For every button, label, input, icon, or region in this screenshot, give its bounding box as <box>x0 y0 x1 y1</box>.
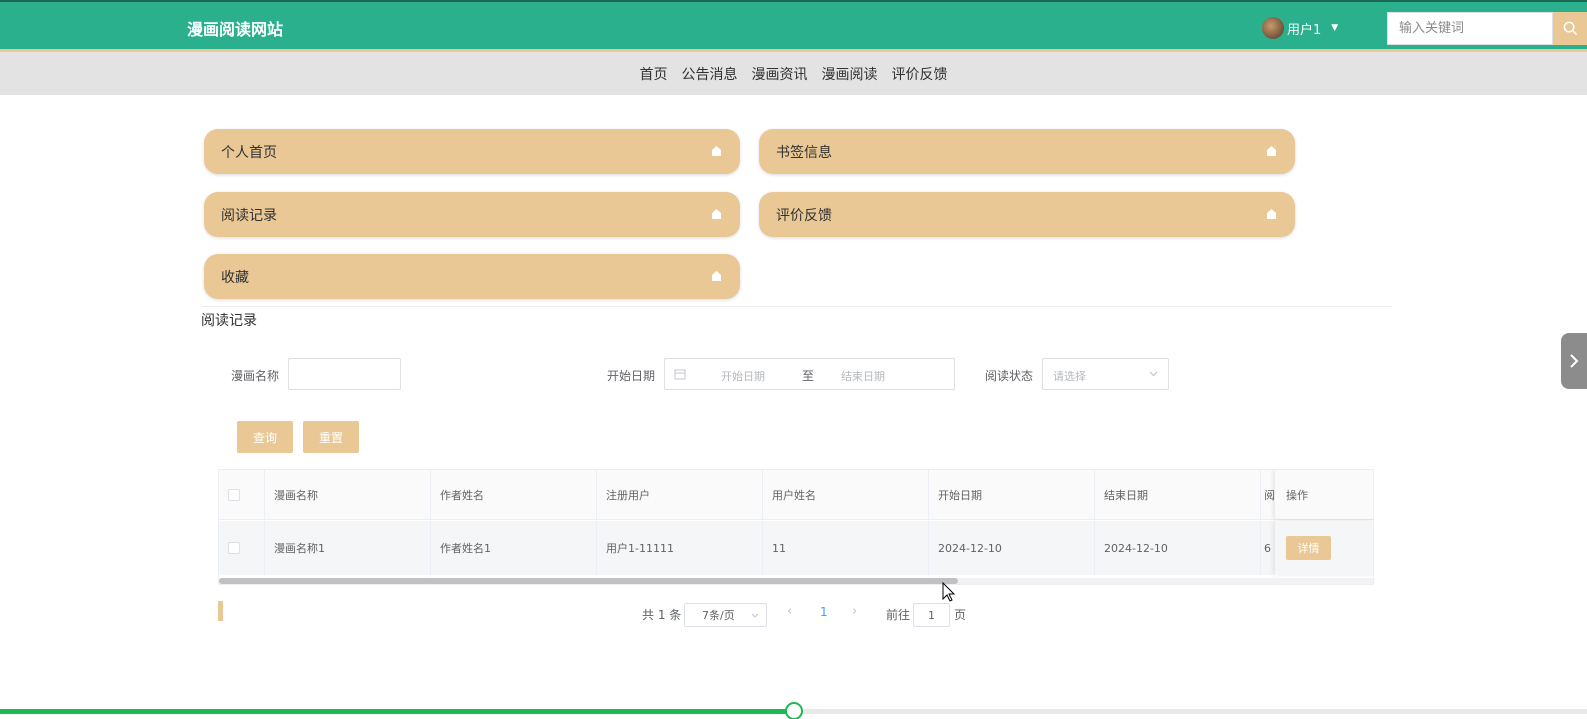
pagination-accent <box>218 601 223 621</box>
side-expand-tab[interactable] <box>1561 333 1587 389</box>
page-number-current[interactable]: 1 <box>820 605 828 619</box>
chevron-right-icon <box>1570 354 1579 368</box>
calendar-icon <box>674 369 686 380</box>
status-placeholder: 请选择 <box>1053 370 1086 383</box>
select-all-checkbox[interactable] <box>228 488 240 501</box>
menu-item-label: 收藏 <box>221 269 249 286</box>
date-start-placeholder: 开始日期 <box>721 370 765 383</box>
menu-item-label: 个人首页 <box>221 144 277 161</box>
table-cell: 2024-12-10 <box>929 521 1095 575</box>
page-size-value: 7条/页 <box>702 609 735 622</box>
top-header: 漫画阅读网站 用户1 ▼ <box>0 0 1587 52</box>
horizontal-scrollbar[interactable] <box>219 578 1373 584</box>
comic-name-input[interactable] <box>288 358 401 390</box>
goto-label: 前往 <box>886 608 911 622</box>
avatar <box>1262 17 1284 39</box>
page: 漫画阅读网站 用户1 ▼ 首页 公告消息 漫画资讯 漫画阅读 评价反馈 个人首页… <box>0 0 1587 719</box>
search-icon <box>1563 21 1577 36</box>
start-date-label: 开始日期 <box>607 369 656 383</box>
home-icon <box>712 271 721 281</box>
menu-item-reading-records[interactable]: 阅读记录 <box>204 192 740 237</box>
section-title: 阅读记录 <box>201 313 257 329</box>
date-separator: 至 <box>802 369 815 383</box>
chevron-down-icon <box>751 613 759 618</box>
nav-item-home[interactable]: 首页 <box>640 64 668 84</box>
comic-name-label: 漫画名称 <box>231 369 280 383</box>
table-cell: 漫画名称1 <box>265 521 431 575</box>
column-header[interactable]: 注册用户 <box>597 470 763 519</box>
menu-item-favorites[interactable]: 收藏 <box>204 254 740 299</box>
table-row[interactable]: 漫画名称1 作者姓名1 用户1-11111 11 2024-12-10 2024… <box>219 521 1373 575</box>
menu-item-label: 阅读记录 <box>221 207 277 224</box>
table-cell: 用户1-11111 <box>597 521 763 575</box>
pagination-total: 共 1 条 <box>642 608 682 622</box>
user-menu[interactable]: 用户1 ▼ <box>1262 16 1338 40</box>
divider <box>202 306 1392 307</box>
table-cell: 11 <box>763 521 929 575</box>
home-icon <box>712 146 721 156</box>
column-header[interactable]: 开始日期 <box>929 470 1095 519</box>
status-label: 阅读状态 <box>985 369 1034 383</box>
user-name: 用户1 <box>1287 22 1322 38</box>
table-cell: 2024-12-10 <box>1095 521 1261 575</box>
reset-button[interactable]: 重置 <box>303 421 359 453</box>
video-progress-knob[interactable] <box>785 702 803 719</box>
records-table: 漫画名称 作者姓名 注册用户 用户姓名 开始日期 结束日期 阅 操作 漫画名称1… <box>218 469 1374 585</box>
date-end-placeholder: 结束日期 <box>841 370 885 383</box>
menu-item-profile[interactable]: 个人首页 <box>204 129 740 174</box>
date-range-picker[interactable]: 开始日期 至 结束日期 <box>664 358 955 390</box>
status-select[interactable]: 请选择 <box>1042 358 1169 390</box>
mouse-cursor-icon <box>942 582 956 602</box>
search-button[interactable] <box>1553 12 1587 45</box>
caret-down-icon: ▼ <box>1331 23 1339 33</box>
table-cell: 作者姓名1 <box>431 521 597 575</box>
detail-button[interactable]: 详情 <box>1286 536 1331 560</box>
column-header[interactable]: 用户姓名 <box>763 470 929 519</box>
page-size-select[interactable]: 7条/页 <box>684 603 767 627</box>
menu-item-label: 书签信息 <box>776 144 832 161</box>
nav-item-announcements[interactable]: 公告消息 <box>682 64 738 84</box>
menu-item-feedback[interactable]: 评价反馈 <box>759 192 1295 237</box>
menu-item-bookmarks[interactable]: 书签信息 <box>759 129 1295 174</box>
search-input[interactable] <box>1387 12 1553 45</box>
row-checkbox-cell <box>219 521 265 575</box>
operation-cell: 详情 <box>1275 521 1373 575</box>
column-header[interactable]: 作者姓名 <box>431 470 597 519</box>
column-header[interactable]: 漫画名称 <box>265 470 431 519</box>
home-icon <box>1267 209 1276 219</box>
goto-page-input[interactable]: 1 <box>913 603 950 627</box>
chevron-down-icon <box>1149 371 1158 377</box>
table-header-row: 漫画名称 作者姓名 注册用户 用户姓名 开始日期 结束日期 阅 操作 <box>219 470 1373 520</box>
site-title[interactable]: 漫画阅读网站 <box>187 16 283 40</box>
home-icon <box>712 209 721 219</box>
nav-item-news[interactable]: 漫画资讯 <box>752 64 808 84</box>
home-icon <box>1267 146 1276 156</box>
video-progress-fill <box>0 709 794 714</box>
column-header[interactable]: 结束日期 <box>1095 470 1261 519</box>
scrollbar-thumb[interactable] <box>219 578 958 584</box>
menu-item-label: 评价反馈 <box>776 207 832 224</box>
operation-header: 操作 <box>1275 470 1373 519</box>
next-page-icon[interactable]: › <box>852 604 857 619</box>
page-unit-label: 页 <box>954 608 967 622</box>
search-query-button[interactable]: 查询 <box>237 421 293 453</box>
nav-item-reading[interactable]: 漫画阅读 <box>822 64 878 84</box>
nav-item-feedback[interactable]: 评价反馈 <box>892 64 948 84</box>
select-all-cell <box>219 470 265 519</box>
main-nav: 首页 公告消息 漫画资讯 漫画阅读 评价反馈 <box>0 52 1587 95</box>
prev-page-icon[interactable]: ‹ <box>787 604 792 619</box>
row-checkbox[interactable] <box>228 542 240 554</box>
